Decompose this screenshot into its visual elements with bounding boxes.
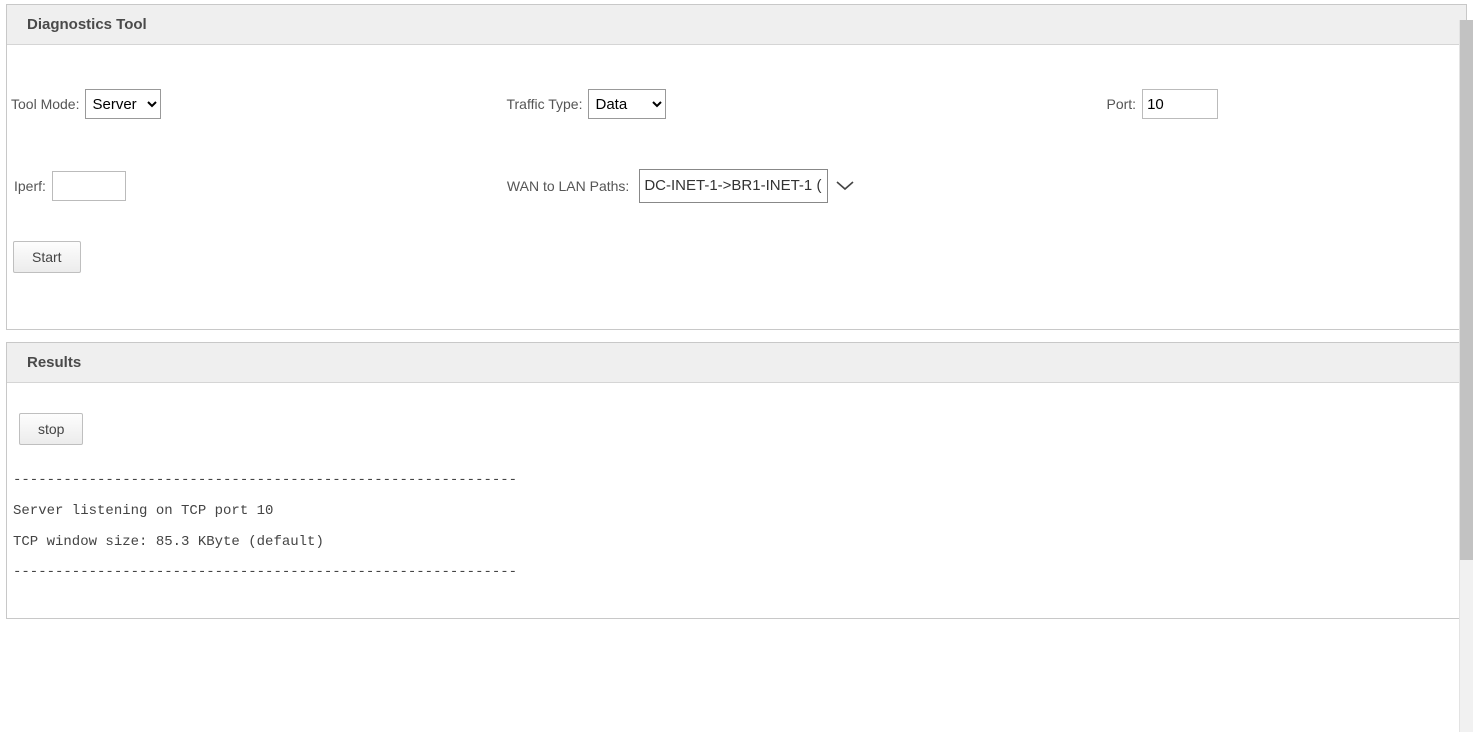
iperf-input[interactable]: [52, 171, 126, 201]
traffic-type-label: Traffic Type:: [506, 96, 582, 112]
start-button[interactable]: Start: [13, 241, 81, 273]
wan-lan-paths-label: WAN to LAN Paths:: [507, 178, 629, 194]
port-input[interactable]: [1142, 89, 1218, 119]
diagnostics-tool-body: Tool Mode: Server Traffic Type: Data Por…: [7, 45, 1466, 329]
chevron-down-icon[interactable]: [836, 181, 854, 191]
iperf-label: Iperf:: [14, 178, 46, 194]
scrollbar-track[interactable]: [1459, 20, 1473, 732]
results-body: stop -----------------------------------…: [7, 383, 1466, 618]
results-panel: Results stop ---------------------------…: [6, 342, 1467, 619]
port-label: Port:: [1106, 96, 1136, 112]
scrollbar-thumb[interactable]: [1460, 20, 1473, 560]
results-title: Results: [7, 343, 1466, 383]
tool-mode-label: Tool Mode:: [11, 96, 79, 112]
diagnostics-tool-title: Diagnostics Tool: [7, 5, 1466, 45]
results-output: ----------------------------------------…: [13, 465, 1460, 588]
stop-button[interactable]: stop: [19, 413, 83, 445]
traffic-type-select[interactable]: Data: [588, 89, 666, 119]
tool-mode-select[interactable]: Server: [85, 89, 161, 119]
diagnostics-tool-panel: Diagnostics Tool Tool Mode: Server Traff…: [6, 4, 1467, 330]
wan-lan-paths-select[interactable]: DC-INET-1->BR1-INET-1 (: [639, 169, 828, 203]
